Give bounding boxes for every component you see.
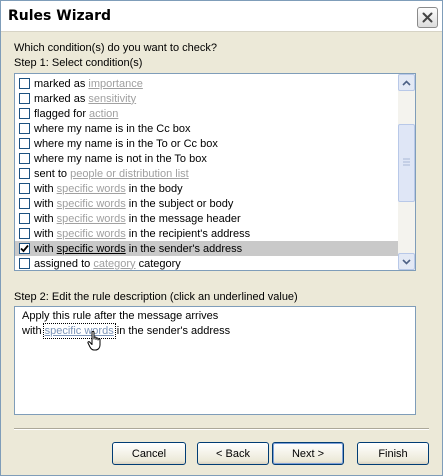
condition-row[interactable]: flagged for action	[15, 106, 398, 121]
condition-checkbox[interactable]	[19, 138, 30, 149]
condition-value-link: specific words	[56, 227, 126, 240]
condition-row[interactable]: with specific words in the recipient's a…	[15, 226, 398, 241]
condition-text: marked as	[34, 77, 89, 90]
checkmark-icon	[20, 244, 29, 253]
condition-checkbox[interactable]	[19, 123, 30, 134]
condition-checkbox[interactable]	[19, 93, 30, 104]
hand-pointer-icon	[87, 331, 101, 351]
condition-value-link: importance	[88, 77, 143, 90]
condition-row[interactable]: with specific words in the subject or bo…	[15, 196, 398, 211]
condition-text-suffix: in the message header	[125, 212, 241, 225]
condition-text: where my name is in the To or Cc box	[34, 137, 218, 150]
rule-description-box: Apply this rule after the message arrive…	[14, 306, 416, 415]
chevron-down-icon	[402, 258, 411, 265]
condition-row[interactable]: with specific words in the body	[15, 181, 398, 196]
condition-checkbox[interactable]	[19, 243, 30, 254]
condition-value-link: category	[93, 257, 136, 270]
condition-value-link: people or distribution list	[70, 167, 189, 180]
close-icon	[422, 12, 433, 23]
close-button[interactable]	[417, 7, 438, 28]
finish-button[interactable]: Finish	[357, 442, 429, 465]
condition-checkbox[interactable]	[19, 108, 30, 119]
step2-label: Step 2: Edit the rule description (click…	[14, 291, 298, 303]
condition-text: with	[34, 212, 57, 225]
condition-value-link: specific words	[56, 197, 126, 210]
condition-value-link: specific words	[56, 212, 126, 225]
description-suffix: in the sender's address	[113, 325, 231, 337]
back-button[interactable]: < Back	[197, 442, 269, 465]
scroll-up-button[interactable]	[398, 74, 415, 91]
condition-row[interactable]: marked as importance	[15, 76, 398, 91]
condition-checkbox[interactable]	[19, 78, 30, 89]
condition-checkbox[interactable]	[19, 183, 30, 194]
condition-text-suffix: in the recipient's address	[125, 227, 251, 240]
rules-wizard-window: Rules Wizard Which condition(s) do you w…	[0, 0, 443, 476]
cancel-button[interactable]: Cancel	[112, 442, 186, 465]
condition-checkbox[interactable]	[19, 228, 30, 239]
condition-value-link: sensitivity	[88, 92, 137, 105]
condition-row[interactable]: where my name is not in the To box	[15, 151, 398, 166]
conditions-scrollbar[interactable]	[398, 74, 415, 270]
condition-value-link: specific words	[56, 242, 126, 255]
condition-text: marked as	[34, 92, 89, 105]
condition-row[interactable]: where my name is in the Cc box	[15, 121, 398, 136]
condition-text: with	[34, 197, 57, 210]
chevron-up-icon	[402, 79, 411, 86]
description-prefix: with	[22, 325, 45, 337]
grip-icon	[403, 158, 410, 166]
condition-checkbox[interactable]	[19, 153, 30, 164]
specific-words-link[interactable]: specific words	[42, 323, 116, 339]
condition-text: with	[34, 242, 57, 255]
condition-text-suffix: in the subject or body	[125, 197, 234, 210]
condition-value-link: specific words	[56, 182, 126, 195]
condition-row[interactable]: marked as sensitivity	[15, 91, 398, 106]
condition-text: sent to	[34, 167, 71, 180]
condition-row[interactable]: with specific words in the message heade…	[15, 211, 398, 226]
condition-text-suffix: in the body	[125, 182, 183, 195]
step1-label: Step 1: Select condition(s)	[14, 57, 143, 69]
window-title: Rules Wizard	[8, 8, 112, 24]
condition-checkbox[interactable]	[19, 198, 30, 209]
condition-text: with	[34, 182, 57, 195]
condition-row[interactable]: where my name is in the To or Cc box	[15, 136, 398, 151]
condition-row[interactable]: assigned to category category	[15, 256, 398, 270]
condition-text: with	[34, 227, 57, 240]
condition-text-suffix: in the sender's address	[125, 242, 243, 255]
condition-text: where my name is in the Cc box	[34, 122, 191, 135]
condition-row[interactable]: with specific words in the sender's addr…	[15, 241, 398, 256]
condition-checkbox[interactable]	[19, 168, 30, 179]
condition-text: assigned to	[34, 257, 94, 270]
description-line-2: with specific words in the sender's addr…	[22, 323, 231, 339]
divider	[14, 428, 429, 430]
condition-text: where my name is not in the To box	[34, 152, 207, 165]
next-button[interactable]: Next >	[272, 442, 344, 465]
description-line-1: Apply this rule after the message arrive…	[22, 310, 219, 322]
condition-checkbox[interactable]	[19, 258, 30, 269]
title-bar: Rules Wizard	[1, 1, 442, 32]
condition-checkbox[interactable]	[19, 213, 30, 224]
condition-row[interactable]: sent to people or distribution list	[15, 166, 398, 181]
condition-text: flagged for	[34, 107, 90, 120]
condition-text-suffix: category	[135, 257, 181, 270]
scroll-down-button[interactable]	[398, 253, 415, 270]
conditions-list[interactable]: assigned to category category with specif…	[14, 73, 416, 271]
scroll-thumb[interactable]	[398, 124, 415, 202]
prompt-text: Which condition(s) do you want to check?	[14, 42, 217, 54]
condition-value-link: action	[89, 107, 119, 120]
